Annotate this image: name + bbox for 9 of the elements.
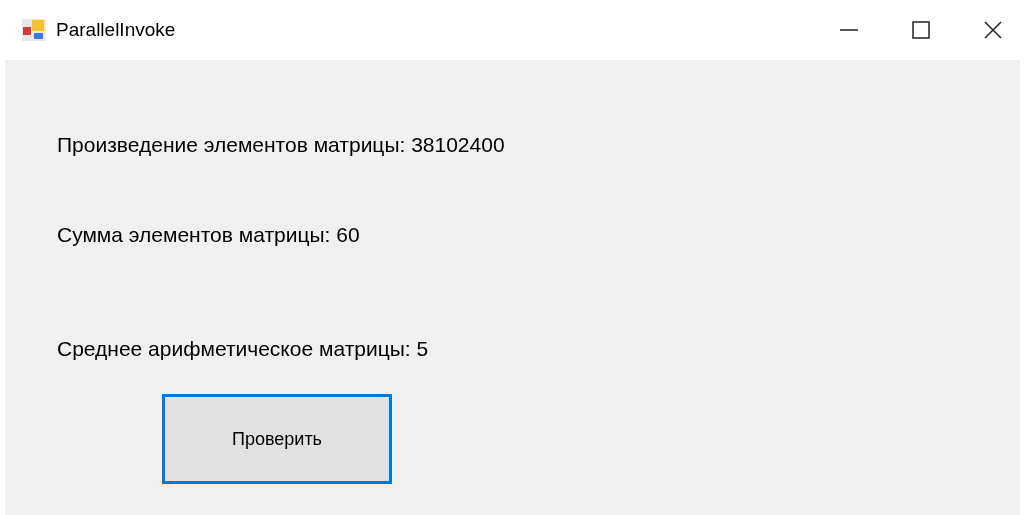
check-button[interactable]: Проверить bbox=[162, 394, 392, 484]
window-title: ParallelInvoke bbox=[56, 17, 176, 42]
result-label: Среднее арифметическое матрицы: 5 bbox=[57, 337, 430, 361]
app-icon bbox=[22, 19, 46, 41]
close-icon bbox=[983, 20, 1003, 40]
minimize-icon bbox=[839, 29, 859, 31]
result-label: Сумма элементов матрицы: 60 bbox=[57, 223, 361, 247]
maximize-icon bbox=[911, 20, 931, 40]
result-label: Произведение элементов матрицы: 38102400 bbox=[57, 133, 506, 157]
